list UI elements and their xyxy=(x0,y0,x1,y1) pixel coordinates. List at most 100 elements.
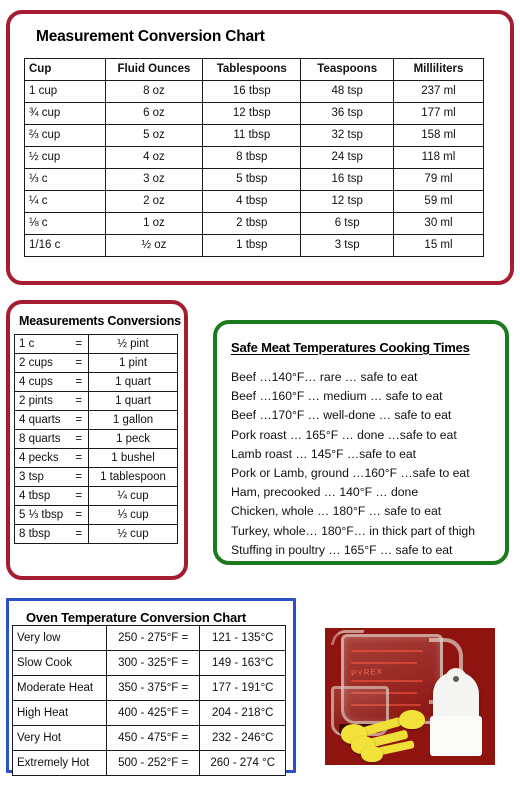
table-cell: 6 tsp xyxy=(300,212,394,235)
measurements-conversions-table-wrapper: 1 c = ½ pint 2 cups = 1 pint 4 cups = 1 quart 2 p… xyxy=(13,334,178,544)
measurements-conversions-table: 1 c = ½ pint 2 cups = 1 pint 4 cups = 1 quart 2 p… xyxy=(13,334,178,544)
table-cell: 24 tsp xyxy=(300,146,394,169)
table-cell: 32 tsp xyxy=(300,124,394,147)
table-cell: ⅛ c xyxy=(24,212,106,235)
oven-temperature-table-wrapper: Very low 250 - 275°F = 121 - 135°C Slow Coo… xyxy=(12,625,286,776)
table-row: ½ cup 4 oz 8 tbsp 24 tsp 118 ml xyxy=(24,146,485,169)
conversion-result: ½ cup xyxy=(88,524,178,544)
table-row: Very low 250 - 275°F = 121 - 135°C xyxy=(12,625,286,651)
meat-temperature-line: Beef …160°F … medium … safe to eat xyxy=(231,389,443,404)
conversion-quantity-cell: 2 cups = xyxy=(13,353,90,373)
table-cell: 11 tbsp xyxy=(202,124,302,147)
table-cell: 3 tsp xyxy=(300,234,394,257)
graduation-line xyxy=(351,650,423,652)
meat-temperature-line: Turkey, whole… 180°F… in thick part of t… xyxy=(231,523,475,538)
oven-celsius: 149 - 163°C xyxy=(199,650,286,676)
table-cell: 8 oz xyxy=(104,80,204,103)
table-row: Moderate Heat 350 - 375°F = 177 - 191°C xyxy=(12,675,286,701)
equals-sign: = xyxy=(75,394,83,407)
white-scoop-body xyxy=(430,716,482,756)
table-row: ⅛ c1 oz 2 tbsp 6 tsp 30 ml xyxy=(24,212,485,235)
oven-celsius: 232 - 246°C xyxy=(199,725,286,751)
page-title: Measurement Conversion Chart xyxy=(36,28,265,45)
table-cell: 36 tsp xyxy=(300,102,394,125)
table-cell: 6 oz xyxy=(104,102,204,125)
oven-celsius: 177 - 191°C xyxy=(199,675,286,701)
meat-temperature-line: Pork roast … 165°F … done …safe to eat xyxy=(231,427,457,442)
table-cell: 5 tbsp xyxy=(202,168,302,191)
conversion-quantity-cell: 4 tbsp = xyxy=(13,486,90,506)
column-header-milliliters: Milliliters xyxy=(392,58,485,81)
oven-fahrenheit: 250 - 275°F = xyxy=(105,625,201,651)
column-header-tablespoons: Tablespoons xyxy=(202,58,302,81)
oven-celsius: 204 - 218°C xyxy=(199,700,286,726)
table-cell: 8 tbsp xyxy=(202,146,302,169)
equals-sign: = xyxy=(75,489,83,502)
table-cell: 118 ml xyxy=(392,146,485,169)
list-item: 5 ⅓ tbsp = ⅓ cup xyxy=(13,505,178,525)
oven-temperature-title: Oven Temperature Conversion Chart xyxy=(26,610,246,625)
table-cell: ½ cup xyxy=(24,146,106,169)
table-cell: ½ oz xyxy=(104,234,204,257)
table-cell: 4 oz xyxy=(104,146,204,169)
meat-temperature-line: Chicken, whole … 180°F … safe to eat xyxy=(231,504,442,519)
table-row: Very Hot 450 - 475°F = 232 - 246°C xyxy=(12,725,286,751)
table-cell: 12 tbsp xyxy=(202,102,302,125)
conversion-quantity: 4 cups xyxy=(19,375,53,388)
equals-sign: = xyxy=(75,337,83,350)
table-cell: 1/16 c xyxy=(24,234,106,257)
table-header-row: Cup Fluid Ounces Tablespoons Teaspoons M… xyxy=(24,58,485,81)
conversion-quantity-cell: 1 c = xyxy=(13,334,90,354)
oven-celsius: 121 - 135°C xyxy=(199,625,286,651)
conversion-quantity-cell: 3 tsp = xyxy=(13,467,90,487)
list-item: 4 cups = 1 quart xyxy=(13,372,178,392)
table-row: High Heat 400 - 425°F = 204 - 218°C xyxy=(12,700,286,726)
white-scoop-hole xyxy=(453,676,459,682)
table-cell: 2 tbsp xyxy=(202,212,302,235)
conversion-result: 1 quart xyxy=(88,391,178,411)
conversion-quantity: 1 c xyxy=(19,337,35,350)
equals-sign: = xyxy=(75,508,83,521)
conversion-result: 1 peck xyxy=(88,429,178,449)
conversion-quantity-cell: 2 pints = xyxy=(13,391,90,411)
conversion-quantity: 4 pecks xyxy=(19,451,59,464)
list-item: 4 tbsp = ¼ cup xyxy=(13,486,178,506)
table-cell: 1 tbsp xyxy=(202,234,302,257)
oven-fahrenheit: 400 - 425°F = xyxy=(105,700,201,726)
measurement-conversion-table: Cup Fluid Ounces Tablespoons Teaspoons M… xyxy=(24,58,485,257)
conversion-quantity: 2 cups xyxy=(19,356,53,369)
conversion-quantity: 4 quarts xyxy=(19,413,61,426)
table-cell: 30 ml xyxy=(392,212,485,235)
list-item: 2 cups = 1 pint xyxy=(13,353,178,373)
conversion-quantity: 8 tbsp xyxy=(19,527,51,540)
table-cell: 177 ml xyxy=(392,102,485,125)
list-item: 4 quarts = 1 gallon xyxy=(13,410,178,430)
oven-temperature-table: Very low 250 - 275°F = 121 - 135°C Slow Coo… xyxy=(12,625,286,776)
table-row: ⅔ cup 5 oz 11 tbsp 32 tsp 158 ml xyxy=(24,124,485,147)
table-row: 1/16 c½ oz 1 tbsp 3 tsp 15 ml xyxy=(24,234,485,257)
oven-level: High Heat xyxy=(12,700,107,726)
meat-temperature-line: Ham, precooked … 140°F … done xyxy=(231,485,419,500)
graduation-line xyxy=(351,680,423,682)
conversion-result: 1 quart xyxy=(88,372,178,392)
measurement-conversion-table-wrapper: Cup Fluid Ounces Tablespoons Teaspoons M… xyxy=(24,58,485,257)
list-item: 8 quarts = 1 peck xyxy=(13,429,178,449)
table-cell: 1 oz xyxy=(104,212,204,235)
oven-fahrenheit: 300 - 325°F = xyxy=(105,650,201,676)
safe-meat-temperatures-list: Beef …140°F… rare … safe to eat Beef …160… xyxy=(231,368,495,560)
list-item: 4 pecks = 1 bushel xyxy=(13,448,178,468)
conversion-quantity: 3 tsp xyxy=(19,470,44,483)
equals-sign: = xyxy=(75,413,83,426)
conversion-quantity-cell: 4 quarts = xyxy=(13,410,90,430)
table-row: Slow Cook 300 - 325°F = 149 - 163°C xyxy=(12,650,286,676)
list-item: 8 tbsp = ½ cup xyxy=(13,524,178,544)
measuring-spoon xyxy=(399,710,425,729)
conversion-quantity: 8 quarts xyxy=(19,432,61,445)
table-cell: 48 tsp xyxy=(300,80,394,103)
measuring-tools-photo: PYREX xyxy=(325,628,495,765)
oven-level: Extremely Hot xyxy=(12,750,107,776)
table-cell: 16 tbsp xyxy=(202,80,302,103)
measuring-spoon xyxy=(361,746,383,762)
conversion-quantity-cell: 8 tbsp = xyxy=(13,524,90,544)
table-cell: 15 ml xyxy=(392,234,485,257)
